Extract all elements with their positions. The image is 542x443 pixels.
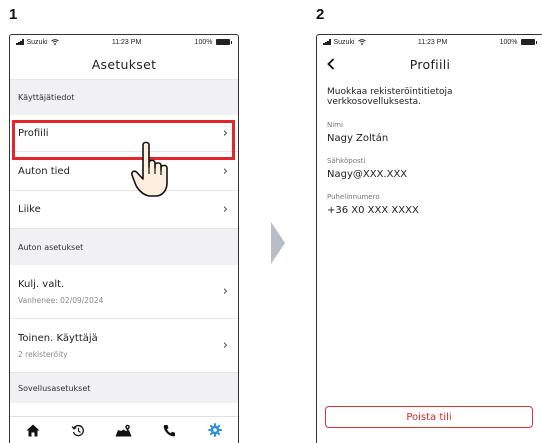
page-title: Profiili xyxy=(409,56,451,72)
settings-item-label: Kulj. valt. xyxy=(18,278,65,290)
chevron-right-icon: › xyxy=(222,284,228,299)
tap-hand-icon xyxy=(131,141,168,197)
chevron-right-icon: › xyxy=(222,338,228,353)
signal-icon xyxy=(16,39,24,45)
back-arrow-icon[interactable] xyxy=(327,58,335,70)
profile-description: Muokkaa rekisteröintitietoja verkkosovel… xyxy=(327,87,453,107)
field-label-name: Nimi xyxy=(327,121,343,129)
battery-percent: 100% xyxy=(499,38,518,46)
tab-map[interactable] xyxy=(112,419,136,441)
battery-icon xyxy=(215,39,230,45)
field-label-email: Sähköposti xyxy=(327,157,366,165)
phone-screen-profile: Suzuki 11:23 PM 100% Profiili Muokkaa re… xyxy=(316,34,542,443)
wifi-icon xyxy=(357,39,366,45)
carrier-name: Suzuki xyxy=(333,38,355,46)
status-time: 11:23 PM xyxy=(417,38,448,46)
settings-item-label: Toinen. Käyttäjä xyxy=(18,332,98,344)
section-header-car-settings: Auton asetukset xyxy=(10,229,238,265)
phone-icon xyxy=(163,424,176,436)
page-title: Asetukset xyxy=(10,49,238,80)
map-icon xyxy=(115,424,132,436)
tap-highlight-box xyxy=(12,120,235,160)
settings-item-second-user[interactable]: Toinen. Käyttäjä 2 rekisteröity › xyxy=(10,319,238,373)
history-icon xyxy=(71,424,85,436)
settings-item-driving-license[interactable]: Kulj. valt. Vanhenee: 02/09/2024 › xyxy=(10,265,238,319)
bottom-tab-bar xyxy=(10,416,238,443)
field-value-email: Nagy@XXX.XXX xyxy=(327,169,408,180)
next-step-arrow-icon xyxy=(271,222,285,264)
phone-screen-settings: Suzuki 11:23 PM 100% Asetukset Käyttäjät… xyxy=(9,34,239,443)
signal-icon xyxy=(323,39,331,45)
delete-account-button[interactable]: Poista tili xyxy=(325,406,533,428)
settings-icon xyxy=(208,423,222,437)
settings-item-subtitle: 2 rekisteröity xyxy=(18,349,68,359)
header-bar: Profiili xyxy=(317,49,542,79)
field-value-phone: +36 X0 XXX XXXX xyxy=(327,205,419,216)
chevron-right-icon: › xyxy=(222,202,228,217)
status-time: 11:23 PM xyxy=(111,38,142,46)
tab-history[interactable] xyxy=(66,419,90,441)
settings-item-movement[interactable]: Liike › xyxy=(10,191,238,229)
field-label-phone: Puhelinnumero xyxy=(327,193,380,201)
field-value-name: Nagy Zoltán xyxy=(327,133,389,144)
tab-phone[interactable] xyxy=(158,419,182,441)
step-number-2: 2 xyxy=(316,6,325,23)
chevron-right-icon: › xyxy=(222,163,228,179)
tab-home[interactable] xyxy=(21,419,45,441)
section-header-app-settings: Sovellusasetukset xyxy=(10,373,238,403)
step-number-1: 1 xyxy=(9,6,18,23)
home-icon xyxy=(26,424,40,436)
battery-icon xyxy=(520,39,535,45)
settings-item-label: Liike xyxy=(18,204,41,215)
status-bar: Suzuki 11:23 PM 100% xyxy=(10,35,238,49)
section-header-user-info: Käyttäjätiedot xyxy=(10,80,238,115)
carrier-name: Suzuki xyxy=(26,38,48,46)
tab-settings[interactable] xyxy=(203,419,227,441)
settings-item-subtitle: Vanhenee: 02/09/2024 xyxy=(18,295,104,305)
settings-item-label: Auton tied xyxy=(18,165,70,177)
wifi-icon xyxy=(50,39,59,45)
status-bar: Suzuki 11:23 PM 100% xyxy=(317,35,542,49)
battery-percent: 100% xyxy=(194,38,213,46)
